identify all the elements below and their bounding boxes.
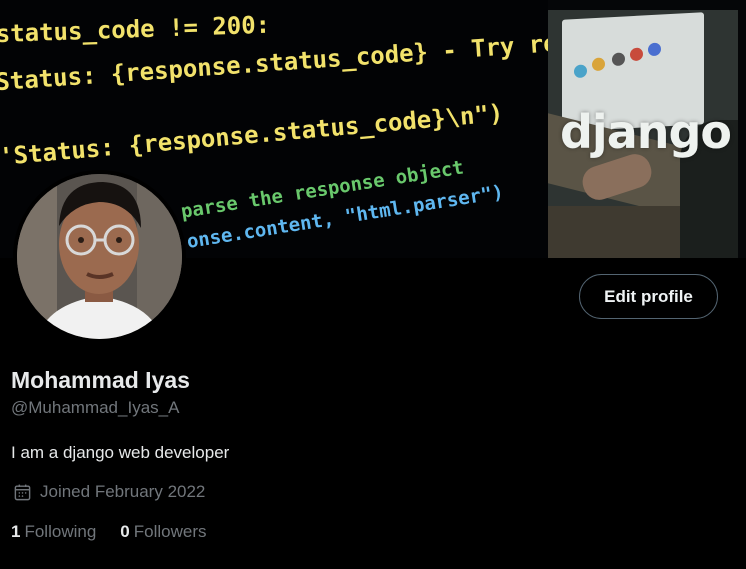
calendar-icon (14, 484, 31, 500)
code-line-3: 'Status: {response.status_code}\n") (0, 99, 504, 171)
django-laptop-image: django (548, 10, 738, 258)
svg-text:'Status: {response.status_code: 'Status: {response.status_code}\n") (0, 99, 504, 171)
profile-handle: @Muhammad_Iyas_A (11, 398, 180, 417)
person-portrait (17, 174, 182, 339)
followers-label: Followers (133, 522, 207, 541)
avatar-photo (17, 174, 182, 339)
joined-label: Joined February 2022 (40, 482, 206, 501)
django-logo: django (560, 105, 732, 159)
svg-text:status_code != 200:: status_code != 200: (0, 11, 271, 49)
following-label: Following (24, 522, 97, 541)
avatar[interactable] (13, 170, 186, 343)
following-link[interactable]: 1 Following (11, 522, 96, 542)
joined-date: Joined February 2022 (13, 482, 205, 502)
follow-stats: 1 Following 0 Followers (11, 522, 231, 542)
profile-bio: I am a django web developer (11, 443, 230, 462)
profile-name: Mohammad Iyas (11, 367, 190, 393)
following-count: 1 (11, 522, 21, 541)
code-line-1: status_code != 200: (0, 11, 271, 49)
followers-link[interactable]: 0 Followers (120, 522, 206, 542)
followers-count: 0 (120, 522, 130, 541)
edit-profile-button[interactable]: Edit profile (579, 274, 718, 319)
